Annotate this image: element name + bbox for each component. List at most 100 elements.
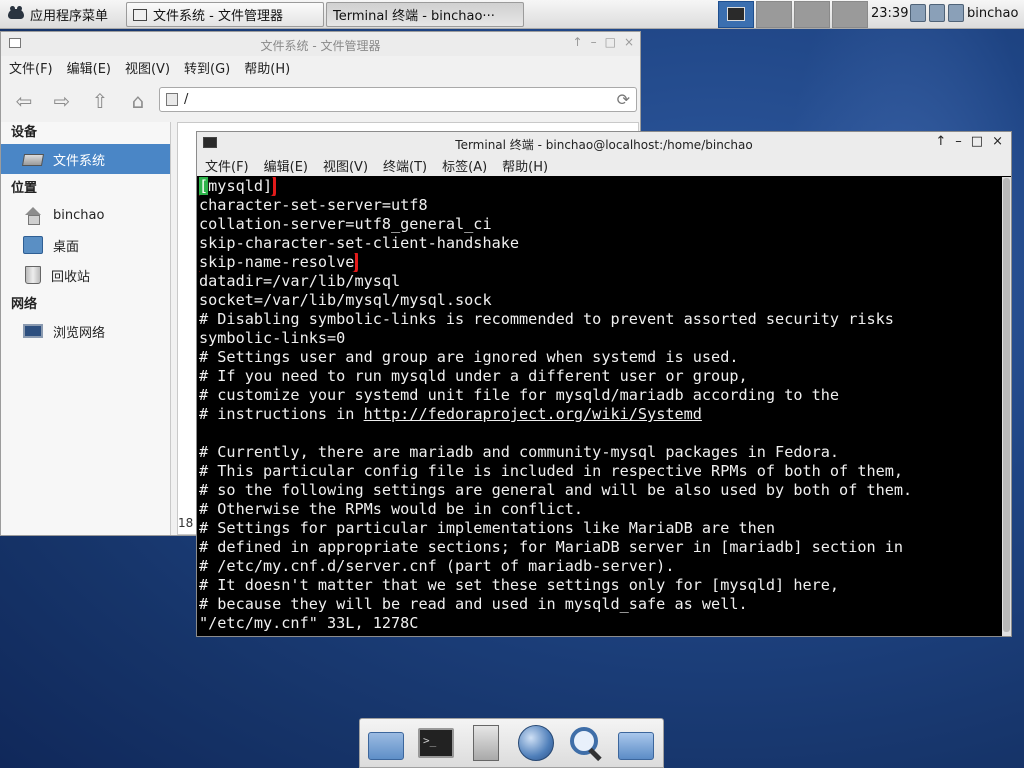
- terminal-menu-tabs[interactable]: 标签(A): [442, 156, 487, 175]
- forward-arrow-icon[interactable]: ⇨: [49, 89, 75, 113]
- taskbar-file-manager[interactable]: 文件系统 - 文件管理器: [126, 2, 324, 27]
- maximize-icon[interactable]: □: [605, 35, 616, 49]
- maximize-up-icon[interactable]: ↑: [935, 134, 946, 149]
- file-cabinet-icon[interactable]: [473, 725, 499, 761]
- sidebar-item-filesystem[interactable]: 文件系统: [1, 144, 170, 174]
- sidebar-item-label: 回收站: [51, 269, 91, 285]
- terminal-line: symbolic-links=0: [199, 329, 346, 347]
- web-browser-icon[interactable]: [518, 725, 554, 761]
- terminal-line: # Disabling symbolic-links is recommende…: [199, 310, 894, 328]
- terminal-line: socket=/var/lib/mysql/mysql.sock: [199, 291, 492, 309]
- terminal-window-controls: ↑ – □ ×: [935, 134, 1003, 149]
- terminal-title: Terminal 终端 - binchao@localhost:/home/bi…: [455, 138, 753, 152]
- back-arrow-icon[interactable]: ⇦: [11, 89, 37, 113]
- minimize-icon[interactable]: –: [591, 35, 597, 49]
- terminal-line: datadir=/var/lib/mysql: [199, 272, 401, 290]
- workspace-switcher: [718, 1, 868, 28]
- workspace-2[interactable]: [756, 1, 792, 28]
- terminal-menu-edit[interactable]: 编辑(E): [264, 156, 308, 175]
- terminal-line: # Settings for particular implementation…: [199, 519, 776, 537]
- sidebar-item-label: 文件系统: [53, 153, 106, 169]
- status-text: 18: [178, 516, 194, 530]
- terminal-line: skip-character-set-client-handshake: [199, 234, 520, 252]
- terminal-titlebar[interactable]: Terminal 终端 - binchao@localhost:/home/bi…: [197, 132, 1011, 154]
- file-manager-menubar: 文件(F) 编辑(E) 视图(V) 转到(G) 帮助(H): [1, 56, 640, 78]
- close-icon[interactable]: ×: [624, 35, 634, 49]
- file-manager-sidebar: 设备 文件系统 位置 binchao 桌面 回收站 网络 浏览网络: [1, 122, 171, 535]
- terminal-line: [mysqld]: [199, 177, 1001, 196]
- applications-menu-button[interactable]: 应用程序菜单: [2, 2, 118, 26]
- terminal-line: # customize your systemd unit file for m…: [199, 386, 840, 404]
- menu-go[interactable]: 转到(G): [184, 58, 230, 77]
- sidebar-item-browse-network[interactable]: 浏览网络: [1, 316, 170, 346]
- highlight-box-mysqld: [mysqld]: [199, 177, 277, 196]
- terminal-line: # because they will be read and used in …: [199, 595, 748, 613]
- menu-edit[interactable]: 编辑(E): [67, 58, 111, 77]
- terminal-menu-terminal[interactable]: 终端(T): [383, 156, 427, 175]
- user-menu[interactable]: binchao: [967, 6, 1018, 21]
- taskbar-terminal[interactable]: Terminal 终端 - binchao···: [326, 2, 524, 27]
- file-manager-title: 文件系统 - 文件管理器: [260, 39, 381, 53]
- location-path: /: [184, 92, 189, 107]
- terminal-screen[interactable]: [mysqld] character-set-server=utf8 colla…: [197, 177, 1001, 636]
- home-icon: [23, 206, 43, 225]
- storage-icon[interactable]: [910, 4, 926, 22]
- sidebar-item-trash[interactable]: 回收站: [1, 260, 170, 290]
- drive-icon: [21, 154, 45, 166]
- search-icon[interactable]: [568, 725, 604, 761]
- terminal-line: collation-server=utf8_general_ci: [199, 215, 492, 233]
- systemd-wiki-link[interactable]: http://fedoraproject.org/wiki/Systemd: [364, 405, 702, 423]
- sidebar-heading-devices: 设备: [11, 125, 38, 140]
- scrollbar-thumb[interactable]: [1003, 178, 1010, 632]
- home-button-icon[interactable]: ⌂: [125, 89, 151, 113]
- maximize-icon[interactable]: □: [971, 134, 983, 149]
- menu-help[interactable]: 帮助(H): [244, 58, 290, 77]
- location-drive-icon: [166, 93, 178, 106]
- network-icon: [23, 324, 43, 338]
- menu-view[interactable]: 视图(V): [125, 58, 170, 77]
- terminal-menu-view[interactable]: 视图(V): [323, 156, 368, 175]
- applications-menu-label: 应用程序菜单: [30, 8, 109, 24]
- terminal-line: # Settings user and group are ignored wh…: [199, 348, 739, 366]
- sidebar-item-label: 桌面: [53, 239, 80, 255]
- minimize-icon[interactable]: –: [955, 134, 962, 149]
- sidebar-heading-network: 网络: [11, 297, 38, 312]
- file-manager-titlebar[interactable]: 文件系统 - 文件管理器 ↑ – □ ×: [1, 32, 640, 56]
- terminal-menu-help[interactable]: 帮助(H): [502, 156, 548, 175]
- clock[interactable]: 23:39: [871, 6, 908, 21]
- updates-icon[interactable]: [948, 4, 964, 22]
- menu-file[interactable]: 文件(F): [9, 58, 53, 77]
- sidebar-item-label: binchao: [53, 207, 105, 223]
- up-arrow-icon[interactable]: ⇧: [87, 89, 113, 113]
- terminal-line: # instructions in http://fedoraproject.o…: [199, 405, 1001, 424]
- reload-icon[interactable]: ⟳: [617, 90, 630, 109]
- terminal-scrollbar[interactable]: [1002, 177, 1011, 636]
- workspace-1[interactable]: [718, 1, 754, 28]
- file-manager-icon: [133, 8, 147, 21]
- terminal-launcher-icon[interactable]: [418, 728, 454, 758]
- maximize-up-icon[interactable]: ↑: [573, 35, 583, 49]
- terminal-line: skip-name-resolve: [199, 253, 1001, 272]
- close-icon[interactable]: ×: [992, 134, 1003, 149]
- terminal-line: # Currently, there are mariadb and commu…: [199, 443, 840, 461]
- xfce-mouse-icon: [6, 5, 26, 23]
- top-panel: 应用程序菜单 文件系统 - 文件管理器 Terminal 终端 - bincha…: [0, 0, 1024, 29]
- sidebar-item-desktop[interactable]: 桌面: [1, 230, 170, 260]
- location-bar[interactable]: / ⟳: [159, 87, 637, 112]
- workspace-4[interactable]: [832, 1, 868, 28]
- terminal-line: # defined in appropriate sections; for M…: [199, 538, 904, 556]
- terminal-menu-file[interactable]: 文件(F): [205, 156, 249, 175]
- workspace-3[interactable]: [794, 1, 830, 28]
- instructions-prefix: # instructions in: [199, 405, 364, 423]
- open-folder-icon[interactable]: [618, 732, 654, 760]
- section-header-text: mysqld]: [208, 177, 273, 195]
- folder-icon[interactable]: [368, 732, 404, 760]
- desktop-icon: [23, 236, 43, 254]
- sidebar-item-home[interactable]: binchao: [1, 200, 170, 230]
- terminal-line: # /etc/my.cnf.d/server.cnf (part of mari…: [199, 557, 675, 575]
- taskbar-terminal-label: Terminal 终端 - binchao···: [333, 9, 495, 24]
- system-tray: [910, 4, 964, 22]
- network-status-icon[interactable]: [929, 4, 945, 22]
- sidebar-item-label: 浏览网络: [53, 325, 106, 341]
- terminal-line: character-set-server=utf8: [199, 196, 428, 214]
